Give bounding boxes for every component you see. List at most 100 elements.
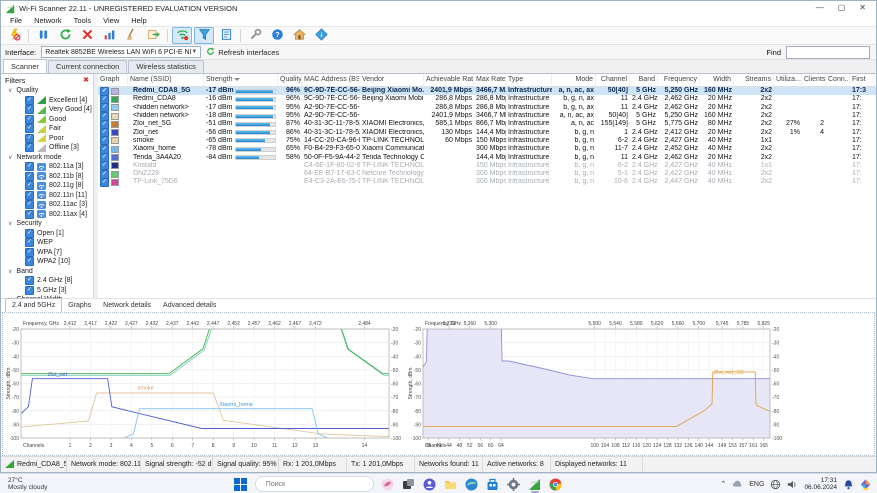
- checkbox-checked[interactable]: ✓: [25, 200, 34, 209]
- bottom-tab-network-details[interactable]: Network details: [97, 300, 157, 312]
- col-header-vendor[interactable]: Vendor: [360, 74, 424, 86]
- minimize-button[interactable]: —: [816, 2, 824, 14]
- filter-group-network-mode[interactable]: ∨Network mode: [1, 153, 93, 163]
- table-row[interactable]: ✓<hidden network>-17 dBm95%A2-9D-7E-CC-5…: [98, 104, 876, 112]
- copilot-icon[interactable]: [381, 477, 395, 491]
- menu-file[interactable]: File: [4, 16, 28, 25]
- find-input[interactable]: [786, 46, 870, 59]
- filter-item[interactable]: ✓Poor: [1, 134, 93, 144]
- filter-item[interactable]: ✓802.11b [8]: [1, 172, 93, 182]
- checkbox-checked[interactable]: ✓: [25, 143, 34, 152]
- checkbox-checked[interactable]: ✓: [25, 210, 34, 219]
- filter-item[interactable]: ✓WPA [7]: [1, 248, 93, 258]
- table-row[interactable]: ✓TP-Link_75D6E4-C3-2A-E6-75-D6TP-LINK TE…: [98, 178, 876, 186]
- about-button[interactable]: i: [311, 27, 331, 44]
- col-header-channel[interactable]: Channel: [596, 74, 630, 86]
- promo-icon[interactable]: [860, 479, 871, 490]
- settings-button[interactable]: [245, 27, 265, 44]
- col-header-mac[interactable]: MAC Address (BSSID): [302, 74, 360, 86]
- edge-icon[interactable]: [465, 477, 479, 491]
- file-explorer-icon[interactable]: [444, 477, 458, 491]
- menu-help[interactable]: Help: [125, 16, 152, 25]
- filter-item[interactable]: ✓WEP: [1, 238, 93, 248]
- notifications-bell-icon[interactable]: [843, 479, 854, 490]
- report-button[interactable]: [216, 27, 236, 44]
- checkbox-checked[interactable]: ✓: [25, 134, 34, 143]
- close-button[interactable]: ✕: [859, 2, 866, 14]
- start-icon[interactable]: [234, 477, 248, 491]
- bottom-tab-advanced-details[interactable]: Advanced details: [157, 300, 222, 312]
- network-icon[interactable]: [770, 479, 781, 490]
- taskbar-clock[interactable]: 17:31 06.06.2024: [804, 477, 837, 491]
- checkbox-checked[interactable]: ✓: [25, 105, 34, 114]
- filter-item[interactable]: ✓802.11a [3]: [1, 162, 93, 172]
- table-row[interactable]: ✓Xiaomi_home-78 dBm65%F0-B4-29-F3-65-05X…: [98, 145, 876, 153]
- bottom-tab-2-4-and-5ghz[interactable]: 2.4 and 5GHz: [5, 298, 62, 312]
- scan-toggle-button[interactable]: [4, 27, 24, 44]
- filters-close-icon[interactable]: ✖: [83, 76, 89, 84]
- checkbox-checked[interactable]: ✓: [25, 191, 34, 200]
- col-header-first[interactable]: First: [850, 74, 874, 86]
- chrome-icon[interactable]: [549, 477, 563, 491]
- volume-icon[interactable]: [787, 479, 798, 490]
- cleanup-button[interactable]: [121, 27, 141, 44]
- export-button[interactable]: [143, 27, 163, 44]
- col-header-mode[interactable]: Mode: [552, 74, 596, 86]
- tab-current-connection[interactable]: Current connection: [48, 60, 127, 73]
- col-header-ach[interactable]: Achievable Rate: [424, 74, 474, 86]
- refresh-interfaces-button[interactable]: Refresh interfaces: [206, 47, 279, 58]
- filter-item[interactable]: ✓802.11n [11]: [1, 191, 93, 201]
- menu-network[interactable]: Network: [28, 16, 68, 25]
- menu-tools[interactable]: Tools: [68, 16, 98, 25]
- language-indicator[interactable]: ENG: [749, 481, 764, 488]
- table-row[interactable]: ✓KristaldC4-6E-1F-80-02-86TP-LINK TECHNO…: [98, 162, 876, 170]
- filter-item[interactable]: ✓WPA2 [10]: [1, 257, 93, 267]
- tray-expand-icon[interactable]: ⌃: [720, 480, 726, 488]
- filter-group-security[interactable]: ∨Security: [1, 219, 93, 229]
- col-header-conn[interactable]: Conn...: [826, 74, 850, 86]
- signal-history-button[interactable]: [99, 27, 119, 44]
- col-header-freq[interactable]: Frequency: [658, 74, 700, 86]
- table-row[interactable]: ✓Zloi_net-56 dBm86%40-31-3C-11-78-52XIAO…: [98, 128, 876, 136]
- col-header-quality[interactable]: Quality: [278, 74, 302, 86]
- col-header-type[interactable]: Type: [506, 74, 552, 86]
- table-row[interactable]: ✓Redmi_CDA8_5G-17 dBm96%9C-9D-7E-CC-56-7…: [98, 87, 876, 95]
- filter-item[interactable]: ✓Very Good [4]: [1, 105, 93, 115]
- filter-item[interactable]: ✓Fair: [1, 124, 93, 134]
- filter-item[interactable]: ✓Open [1]: [1, 229, 93, 239]
- filter-item[interactable]: ✓5 GHz [3]: [1, 286, 93, 296]
- col-header-streams[interactable]: Streams: [734, 74, 774, 86]
- menu-view[interactable]: View: [97, 16, 125, 25]
- col-header-clients[interactable]: Clients: [802, 74, 826, 86]
- filter-button[interactable]: [194, 27, 214, 44]
- checkbox-checked[interactable]: ✓: [25, 248, 34, 257]
- checkbox-checked[interactable]: ✓: [25, 115, 34, 124]
- bottom-tab-graphs[interactable]: Graphs: [62, 300, 97, 312]
- filter-item[interactable]: ✓802.11ac [3]: [1, 200, 93, 210]
- col-header-band[interactable]: Band: [630, 74, 658, 86]
- taskbar-weather[interactable]: 27°C Mostly cloudy: [5, 477, 155, 491]
- table-row[interactable]: ✓<hidden network>-18 dBm95%A2-9D-7E-CC-5…: [98, 112, 876, 120]
- pause-button[interactable]: [33, 27, 53, 44]
- interface-select[interactable]: Realtek 8852BE Wireless LAN WiFi 6 PCI-E…: [41, 46, 201, 58]
- checkbox-checked[interactable]: ✓: [25, 96, 34, 105]
- wifi-scanner-icon[interactable]: [528, 477, 542, 491]
- filter-item[interactable]: ✓Excellent [4]: [1, 96, 93, 106]
- teams-icon[interactable]: [423, 477, 437, 491]
- checkbox-checked[interactable]: ✓: [25, 257, 34, 266]
- wifi-detect-button[interactable]: [172, 27, 192, 44]
- clear-button[interactable]: [77, 27, 97, 44]
- filter-item[interactable]: ✓802.11ax [4]: [1, 210, 93, 220]
- store-icon[interactable]: [486, 477, 500, 491]
- help-button[interactable]: ?: [267, 27, 287, 44]
- checkbox-checked[interactable]: ✓: [100, 178, 109, 187]
- col-header-graph[interactable]: Graph: [98, 74, 128, 86]
- col-header-max[interactable]: Max Rate: [474, 74, 506, 86]
- col-header-strength[interactable]: Strength: [204, 74, 278, 86]
- filter-group-band[interactable]: ∨Band: [1, 267, 93, 277]
- filter-item[interactable]: ✓Offline [3]: [1, 143, 93, 153]
- tab-wireless-statistics[interactable]: Wireless statistics: [128, 60, 204, 73]
- table-row[interactable]: ✓Redmi_CDA8-16 dBm96%9C-9D-7E-CC-56-7DBe…: [98, 95, 876, 103]
- checkbox-checked[interactable]: ✓: [25, 276, 34, 285]
- checkbox-checked[interactable]: ✓: [25, 172, 34, 181]
